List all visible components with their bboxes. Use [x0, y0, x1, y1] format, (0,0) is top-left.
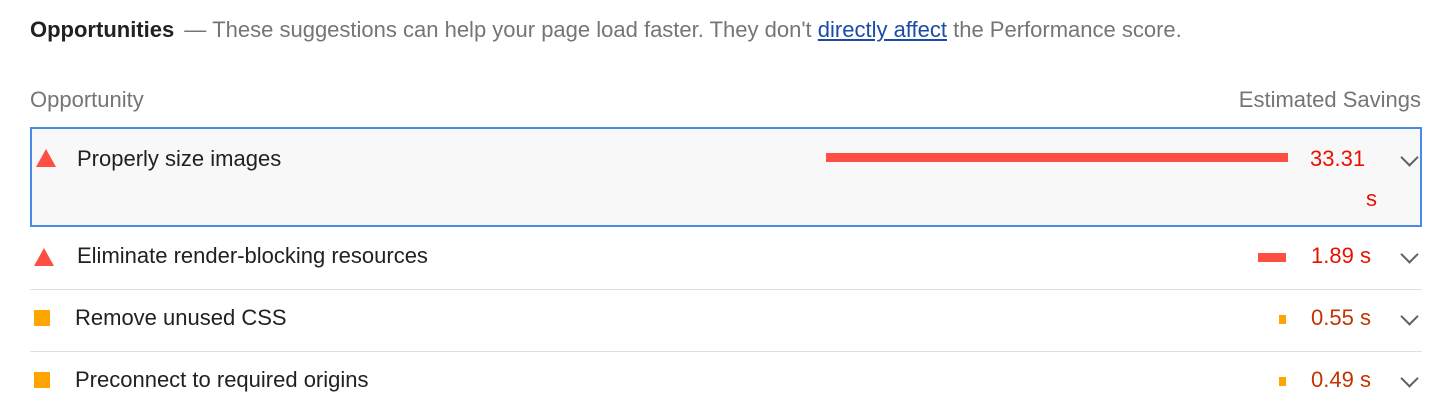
audit-title: Eliminate render-blocking resources [77, 243, 428, 268]
column-header-opportunity: Opportunity [30, 87, 144, 112]
chevron-down-icon[interactable] [1400, 245, 1419, 264]
audit-row-eliminate-render-blocking[interactable]: Eliminate render-blocking resources 1.89… [30, 228, 1422, 290]
savings-unit: s [1366, 186, 1377, 211]
audit-row-preconnect-origins[interactable]: Preconnect to required origins 0.49 s [30, 352, 1422, 404]
square-average-icon [34, 372, 50, 388]
savings-bar [826, 153, 1288, 162]
savings-value: 0.49 s [1311, 367, 1371, 392]
triangle-warning-icon [36, 149, 56, 167]
savings-bar [1279, 377, 1286, 386]
audit-title: Properly size images [77, 146, 282, 171]
savings-value: 1.89 s [1311, 243, 1371, 268]
audit-row-properly-size-images[interactable]: Properly size images 33.31 s [30, 127, 1422, 227]
group-title: Opportunities [30, 17, 175, 42]
savings-value: 0.55 s [1311, 305, 1371, 330]
group-separator: — [184, 17, 207, 42]
chevron-down-icon[interactable] [1400, 369, 1419, 388]
chevron-down-icon[interactable] [1400, 148, 1419, 167]
square-average-icon [34, 310, 50, 326]
savings-value: 33.31 [1310, 146, 1366, 171]
triangle-warning-icon [34, 248, 54, 266]
audit-row-remove-unused-css[interactable]: Remove unused CSS 0.55 s [30, 290, 1422, 352]
column-header-savings: Estimated Savings [1238, 87, 1421, 112]
column-headers: Opportunity Estimated Savings [30, 85, 1421, 115]
audit-title: Remove unused CSS [75, 305, 287, 330]
chevron-down-icon[interactable] [1400, 307, 1419, 326]
opportunities-header: Opportunities — These suggestions can help… [30, 15, 1182, 45]
savings-bar [1279, 315, 1286, 324]
directly-affect-link[interactable]: directly affect [818, 17, 947, 42]
audit-title: Preconnect to required origins [75, 367, 369, 392]
group-description-end: the Performance score. [953, 17, 1182, 42]
group-description: These suggestions can help your page loa… [212, 17, 812, 42]
savings-bar [1258, 253, 1286, 262]
